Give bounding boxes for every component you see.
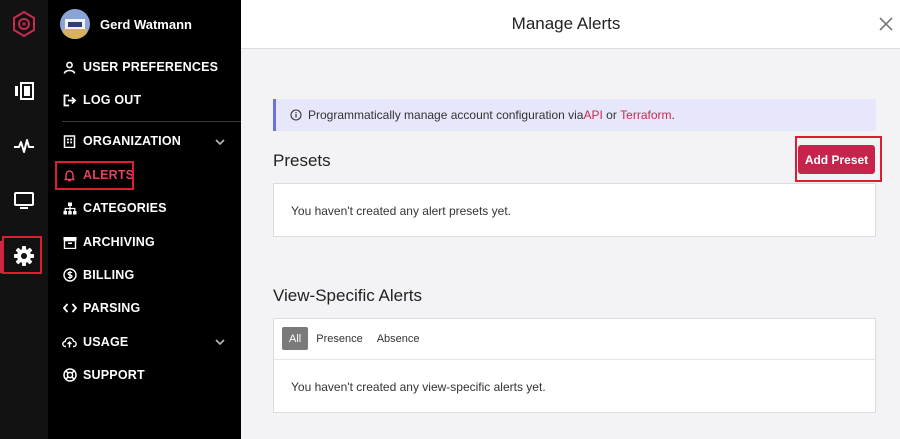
menu-item-label: ORGANIZATION bbox=[83, 134, 181, 148]
activity-icon[interactable] bbox=[0, 126, 48, 166]
menu-item-label: USAGE bbox=[83, 335, 129, 349]
menu-item-label: PARSING bbox=[83, 301, 141, 315]
menu-item-label: SUPPORT bbox=[83, 368, 145, 382]
settings-menu: Gerd Watmann USER PREFERENCES LOG OUT OR… bbox=[48, 0, 241, 439]
dashboard-icon[interactable] bbox=[0, 71, 48, 111]
tab-absence[interactable]: Absence bbox=[371, 327, 426, 350]
info-banner: Programmatically manage account configur… bbox=[273, 99, 876, 131]
banner-text-suffix: . bbox=[671, 108, 675, 122]
menu-item-support[interactable]: SUPPORT bbox=[62, 364, 145, 386]
menu-item-billing[interactable]: BILLING bbox=[62, 264, 134, 286]
menu-item-label: BILLING bbox=[83, 268, 135, 282]
card-divider bbox=[274, 359, 875, 360]
menu-item-label: LOG OUT bbox=[83, 93, 142, 107]
alerts-highlight-box bbox=[55, 161, 134, 190]
logo-icon[interactable] bbox=[0, 4, 48, 44]
menu-item-label: ARCHIVING bbox=[83, 235, 155, 249]
avatar bbox=[60, 9, 90, 39]
chevron-down-icon[interactable] bbox=[214, 136, 226, 148]
menu-item-usage[interactable]: USAGE bbox=[62, 331, 128, 353]
menu-divider bbox=[62, 121, 241, 122]
user-name: Gerd Watmann bbox=[100, 16, 192, 32]
menu-item-label: CATEGORIES bbox=[83, 201, 167, 215]
view-specific-card: All Presence Absence You haven't created… bbox=[273, 318, 876, 413]
menu-item-label: USER PREFERENCES bbox=[83, 60, 219, 74]
view-specific-empty-text: You haven't created any view-specific al… bbox=[291, 380, 546, 394]
menu-item-user-preferences[interactable]: USER PREFERENCES bbox=[62, 56, 218, 78]
close-icon[interactable] bbox=[877, 15, 895, 33]
chevron-down-icon[interactable] bbox=[214, 336, 226, 348]
menu-item-organization[interactable]: ORGANIZATION bbox=[62, 130, 181, 152]
settings-highlight-box bbox=[2, 236, 42, 274]
menu-item-categories[interactable]: CATEGORIES bbox=[62, 197, 167, 219]
presets-empty-text: You haven't created any alert presets ye… bbox=[291, 204, 511, 218]
icon-rail bbox=[0, 0, 48, 439]
tab-all[interactable]: All bbox=[282, 327, 309, 350]
presets-title: Presets bbox=[273, 151, 331, 170]
building-icon bbox=[62, 134, 77, 149]
api-link[interactable]: API bbox=[583, 108, 602, 122]
sitemap-icon bbox=[62, 201, 77, 216]
modal-header: Manage Alerts bbox=[241, 0, 900, 49]
code-icon bbox=[62, 301, 77, 316]
banner-text-middle: or bbox=[602, 108, 621, 122]
info-icon bbox=[290, 109, 302, 121]
user-icon bbox=[62, 60, 77, 75]
monitor-icon[interactable] bbox=[0, 181, 48, 221]
cloud-upload-icon bbox=[62, 335, 77, 350]
lifebuoy-icon bbox=[62, 368, 77, 383]
filter-tabs: All Presence Absence bbox=[282, 327, 428, 350]
menu-item-archiving[interactable]: ARCHIVING bbox=[62, 231, 155, 253]
menu-item-log-out[interactable]: LOG OUT bbox=[62, 89, 141, 111]
terraform-link[interactable]: Terraform bbox=[620, 108, 671, 122]
main-panel: Manage Alerts Programmatically manage ac… bbox=[241, 0, 900, 439]
page-title: Manage Alerts bbox=[511, 14, 621, 33]
presets-card: You haven't created any alert presets ye… bbox=[273, 183, 876, 237]
tab-presence[interactable]: Presence bbox=[310, 327, 368, 350]
add-preset-button[interactable]: Add Preset bbox=[798, 145, 875, 174]
dollar-icon bbox=[62, 268, 77, 283]
menu-item-parsing[interactable]: PARSING bbox=[62, 297, 140, 319]
user-profile[interactable]: Gerd Watmann bbox=[60, 9, 192, 39]
log-out-icon bbox=[62, 93, 77, 108]
archive-icon bbox=[62, 235, 77, 250]
banner-text-prefix: Programmatically manage account configur… bbox=[308, 108, 584, 122]
view-specific-alerts-title: View-Specific Alerts bbox=[273, 286, 422, 305]
